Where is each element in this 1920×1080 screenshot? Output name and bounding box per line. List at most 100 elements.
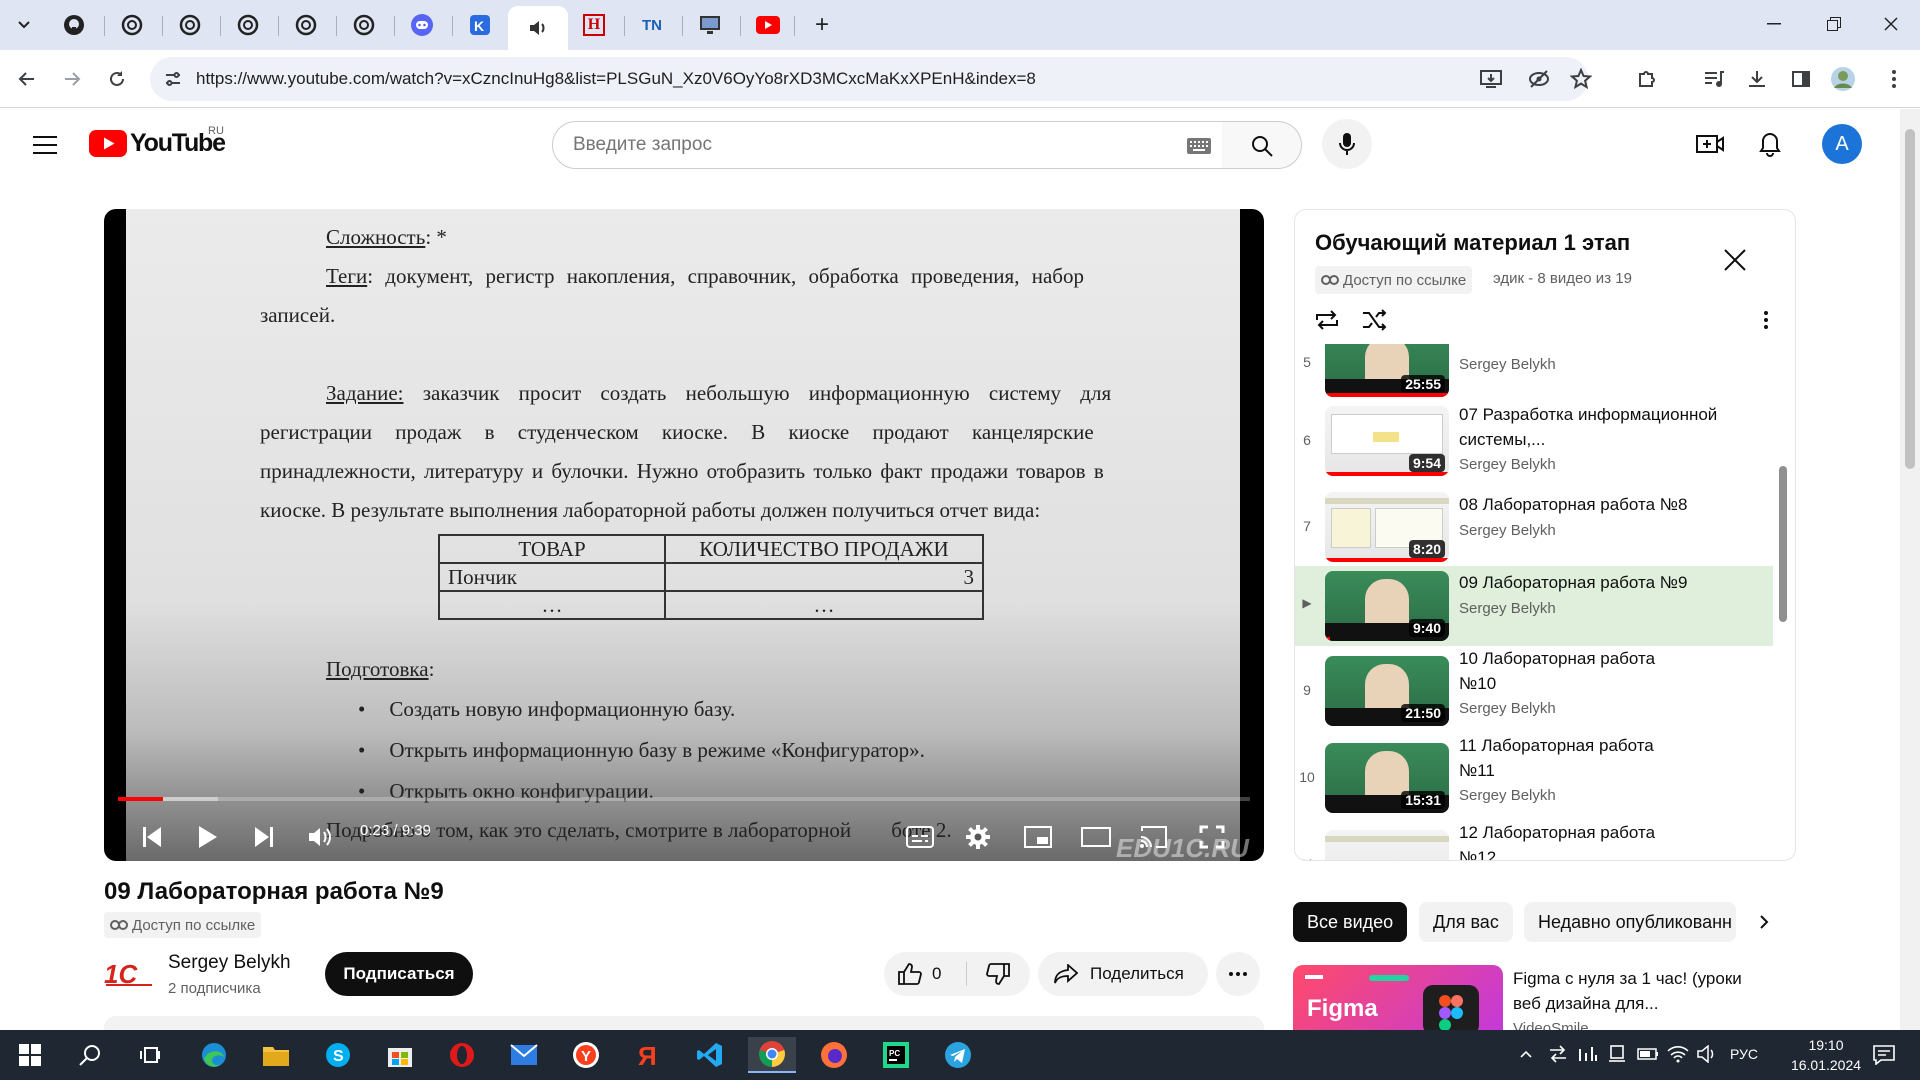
playlist-title[interactable]: Обучающий материал 1 этап bbox=[1315, 230, 1630, 256]
more-actions-button[interactable] bbox=[1216, 952, 1260, 996]
new-tab-button[interactable]: + bbox=[796, 6, 848, 44]
cast-button[interactable] bbox=[1134, 817, 1174, 857]
playlist-item-current[interactable]: ▶ 9:40 09 Лабораторная работа №9 Sergey … bbox=[1295, 566, 1773, 646]
tray-network-activity[interactable] bbox=[1546, 1042, 1570, 1066]
playlist-item[interactable]: 9 21:50 10 Лабораторная работа №10 Serge… bbox=[1295, 646, 1773, 726]
playlist-item[interactable]: 10 15:31 11 Лабораторная работа №11 Serg… bbox=[1295, 733, 1773, 813]
playlist-item[interactable]: 6 9:54 07 Разработка информационной сист… bbox=[1295, 402, 1773, 482]
next-video-button[interactable] bbox=[244, 817, 284, 857]
start-button[interactable] bbox=[6, 1037, 54, 1073]
shuffle-playlist-button[interactable] bbox=[1357, 302, 1393, 338]
taskbar-search[interactable] bbox=[66, 1037, 114, 1073]
tab-chatgpt-4[interactable] bbox=[280, 6, 332, 44]
action-center-button[interactable] bbox=[1866, 1040, 1902, 1070]
taskbar-skype[interactable]: S bbox=[314, 1037, 362, 1073]
chips-next-button[interactable] bbox=[1744, 902, 1784, 942]
create-button[interactable] bbox=[1692, 126, 1728, 162]
tab-chatgpt-2[interactable] bbox=[164, 6, 216, 44]
tray-show-hidden[interactable] bbox=[1514, 1042, 1538, 1066]
downloads-button[interactable] bbox=[1740, 62, 1774, 96]
taskbar-mail[interactable] bbox=[500, 1037, 548, 1073]
playlist-item[interactable]: 7 8:20 08 Лабораторная работа №8 Sergey … bbox=[1295, 488, 1773, 568]
video-progress-bar[interactable] bbox=[118, 797, 1250, 801]
tray-device[interactable] bbox=[1606, 1042, 1630, 1066]
account-avatar[interactable]: A bbox=[1822, 124, 1862, 164]
page-scrollbar[interactable] bbox=[1900, 109, 1920, 1030]
tab-youtube[interactable] bbox=[742, 6, 794, 44]
channel-name[interactable]: Sergey Belykh bbox=[168, 952, 291, 974]
taskbar-store[interactable] bbox=[376, 1037, 424, 1073]
side-panel-button[interactable] bbox=[1784, 62, 1818, 96]
recommendation-title[interactable]: Figma с нуля за 1 час! (уроки веб дизайн… bbox=[1513, 966, 1763, 1016]
miniplayer-button[interactable] bbox=[1018, 817, 1058, 857]
keyboard-icon[interactable] bbox=[1187, 138, 1211, 154]
reload-button[interactable] bbox=[100, 62, 134, 96]
tab-tn[interactable]: TN bbox=[626, 6, 678, 44]
tab-kinopoisk[interactable]: K bbox=[454, 6, 506, 44]
playlist-scrollbar-thumb[interactable] bbox=[1779, 466, 1787, 622]
taskbar-yandex-browser[interactable]: Y bbox=[562, 1037, 610, 1073]
close-window-button[interactable] bbox=[1862, 0, 1920, 48]
taskbar-firefox[interactable] bbox=[810, 1037, 858, 1073]
youtube-logo[interactable]: YouTube bbox=[89, 126, 226, 160]
theater-mode-button[interactable] bbox=[1076, 817, 1116, 857]
previous-video-button[interactable] bbox=[132, 817, 172, 857]
eye-off-icon[interactable] bbox=[1528, 69, 1550, 89]
loop-playlist-button[interactable] bbox=[1309, 302, 1345, 338]
close-playlist-button[interactable] bbox=[1715, 240, 1755, 280]
tray-volume[interactable] bbox=[1696, 1042, 1720, 1066]
install-app-icon[interactable] bbox=[1480, 69, 1502, 89]
tab-github[interactable] bbox=[48, 6, 100, 44]
taskbar-chrome[interactable] bbox=[748, 1037, 796, 1073]
extensions-button[interactable] bbox=[1630, 62, 1664, 96]
taskbar-telegram[interactable] bbox=[934, 1037, 982, 1073]
subscribe-button[interactable]: Подписаться bbox=[325, 952, 473, 996]
tab-monitor[interactable] bbox=[684, 6, 736, 44]
taskbar-edge[interactable] bbox=[190, 1037, 238, 1073]
taskbar-opera[interactable] bbox=[438, 1037, 486, 1073]
tab-chatgpt-1[interactable] bbox=[106, 6, 158, 44]
back-button[interactable] bbox=[10, 62, 44, 96]
tab-h[interactable]: H bbox=[568, 6, 620, 44]
tray-language[interactable]: РУС bbox=[1730, 1046, 1758, 1062]
tab-chatgpt-3[interactable] bbox=[222, 6, 274, 44]
media-control-button[interactable] bbox=[1697, 62, 1731, 96]
tray-graphics[interactable] bbox=[1576, 1042, 1600, 1066]
fullscreen-button[interactable] bbox=[1192, 817, 1232, 857]
settings-button[interactable] bbox=[958, 817, 998, 857]
tab-search-dropdown[interactable] bbox=[0, 6, 48, 44]
profile-button[interactable] bbox=[1826, 62, 1860, 96]
play-button[interactable] bbox=[188, 817, 228, 857]
voice-search-button[interactable] bbox=[1322, 119, 1372, 169]
tab-chatgpt-5[interactable] bbox=[338, 6, 390, 44]
chip-recent[interactable]: Недавно опубликованн bbox=[1524, 902, 1736, 942]
tray-wifi[interactable] bbox=[1666, 1042, 1690, 1066]
share-button[interactable]: Поделиться bbox=[1038, 952, 1208, 996]
like-button[interactable]: 0 bbox=[884, 952, 966, 996]
search-button[interactable] bbox=[1222, 121, 1302, 169]
channel-avatar[interactable]: 1С bbox=[104, 954, 154, 994]
search-input[interactable] bbox=[573, 132, 1133, 158]
notifications-button[interactable] bbox=[1752, 126, 1788, 162]
video-player[interactable]: Сложность: * Теги: документ, регистр нак… bbox=[104, 209, 1264, 861]
taskbar-yandex[interactable]: Я bbox=[624, 1037, 672, 1073]
chip-for-you[interactable]: Для вас bbox=[1419, 902, 1513, 942]
tray-battery[interactable] bbox=[1636, 1042, 1660, 1066]
taskbar-pycharm[interactable]: PC bbox=[872, 1037, 920, 1073]
playlist-item[interactable]: 11 12 Лабораторная работа №12 bbox=[1295, 820, 1773, 860]
minimize-button[interactable] bbox=[1745, 0, 1803, 48]
subtitles-button[interactable] bbox=[900, 817, 940, 857]
site-settings-icon[interactable] bbox=[164, 70, 182, 88]
playlist-item[interactable]: 5 25:55 Sergey Belykh bbox=[1295, 344, 1773, 402]
forward-button[interactable] bbox=[55, 62, 89, 96]
playlist-more-button[interactable] bbox=[1751, 305, 1781, 335]
address-bar[interactable]: https://www.youtube.com/watch?v=xCzncInu… bbox=[150, 57, 1592, 101]
restore-button[interactable] bbox=[1805, 0, 1863, 48]
description-box[interactable] bbox=[104, 1016, 1264, 1030]
tab-discord[interactable] bbox=[396, 6, 448, 44]
recommendation-thumbnail[interactable]: Figma bbox=[1293, 965, 1503, 1030]
chip-all[interactable]: Все видео bbox=[1293, 902, 1408, 942]
tray-clock[interactable]: 19:10 16.01.2024 bbox=[1778, 1035, 1874, 1075]
taskbar-file-explorer[interactable] bbox=[252, 1037, 300, 1073]
chrome-menu-button[interactable] bbox=[1877, 62, 1911, 96]
